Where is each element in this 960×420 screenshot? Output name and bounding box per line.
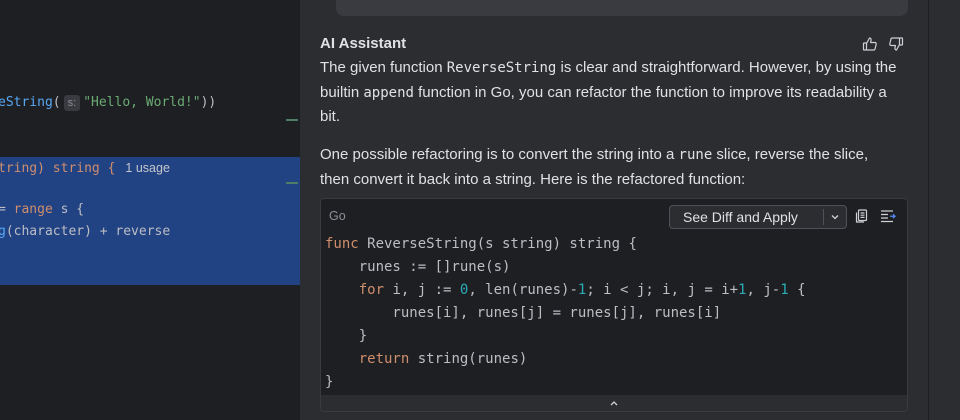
previous-message-bubble <box>336 0 908 16</box>
code-token: ( <box>52 95 61 110</box>
code-token: s { <box>52 202 85 217</box>
code-language-label: Go <box>329 209 346 223</box>
code-snippet-line: } <box>325 374 334 390</box>
code-snippet-line: return string(runes) <box>325 348 806 371</box>
change-marker <box>286 119 298 121</box>
code-snippet-line: for i, j := 0, len(runes)-1; i < j; i, j… <box>325 279 806 302</box>
thumbs-down-icon[interactable] <box>886 34 906 54</box>
code-token: , j- <box>746 282 781 298</box>
code-token: "Hello, World!" <box>83 95 201 110</box>
code-token: ; i < j; i, j = i+ <box>586 282 739 298</box>
see-diff-and-apply-label: See Diff and Apply <box>683 209 798 225</box>
code-snippet-line: runes := []rune(s) <box>325 259 511 275</box>
message-author: AI Assistant <box>320 35 407 52</box>
code-snippet-line: } <box>325 328 368 344</box>
code-line-concat[interactable]: g(character) + reverse <box>0 221 170 243</box>
panel-scrollbar-strip[interactable] <box>928 0 960 420</box>
chevron-down-icon[interactable] <box>824 212 846 222</box>
code-token: for <box>325 282 385 298</box>
chevron-up-icon <box>609 394 619 411</box>
code-line-call[interactable]: eString(s: "Hello, World!")) <box>0 92 216 114</box>
code-snippet[interactable]: Go See Diff and Apply func ReverseString… <box>320 198 908 412</box>
see-diff-and-apply-button[interactable]: See Diff and Apply <box>669 205 847 229</box>
code-snippet-line: runes[i], runes[j] = runes[j], runes[i] <box>325 305 722 321</box>
code-token: , len(runes)- <box>468 282 578 298</box>
code-token: ReverseString(s string) string { <box>358 236 637 252</box>
inline-code: ReverseString <box>446 60 557 76</box>
code-token: range <box>13 202 53 217</box>
assistant-paragraph: One possible refactoring is to convert t… <box>320 143 900 191</box>
code-editor[interactable]: eString(s: "Hello, World!")) tring) strin… <box>0 0 300 420</box>
copy-icon[interactable] <box>853 207 871 225</box>
code-line-range[interactable]: = range s { <box>0 199 84 221</box>
code-token: return <box>325 351 410 367</box>
code-token: 1 <box>780 282 789 298</box>
code-token: eString <box>0 95 53 110</box>
change-marker <box>286 182 298 184</box>
inline-code: rune <box>678 147 713 163</box>
code-token: func <box>325 236 359 252</box>
inline-code: append <box>363 84 414 101</box>
code-token: = <box>0 202 6 217</box>
code-token: { <box>788 282 806 298</box>
code-snippet-line: func ReverseString(s string) string { <box>325 233 806 256</box>
code-token: string(runes) <box>409 351 528 367</box>
code-snippet-source[interactable]: func ReverseString(s string) string { ru… <box>325 233 806 394</box>
assistant-paragraph: The given function ReverseString is clea… <box>320 56 900 129</box>
code-token: (character) + reverse <box>5 224 171 239</box>
parameter-hint: s: <box>63 95 81 111</box>
text-run: One possible refactoring is to convert t… <box>320 146 679 163</box>
code-token: tring) <box>0 161 45 176</box>
collapse-code-button[interactable] <box>321 395 907 411</box>
code-token: string { <box>44 161 116 176</box>
text-run: The given function <box>320 59 447 76</box>
insert-at-caret-icon[interactable] <box>879 207 897 225</box>
usage-hint[interactable]: 1 usage <box>125 161 169 175</box>
code-line-signature[interactable]: tring) string { 1 usage <box>0 157 170 179</box>
code-token: i, j := <box>384 282 460 298</box>
thumbs-up-icon[interactable] <box>860 34 880 54</box>
code-token: )) <box>200 95 217 110</box>
